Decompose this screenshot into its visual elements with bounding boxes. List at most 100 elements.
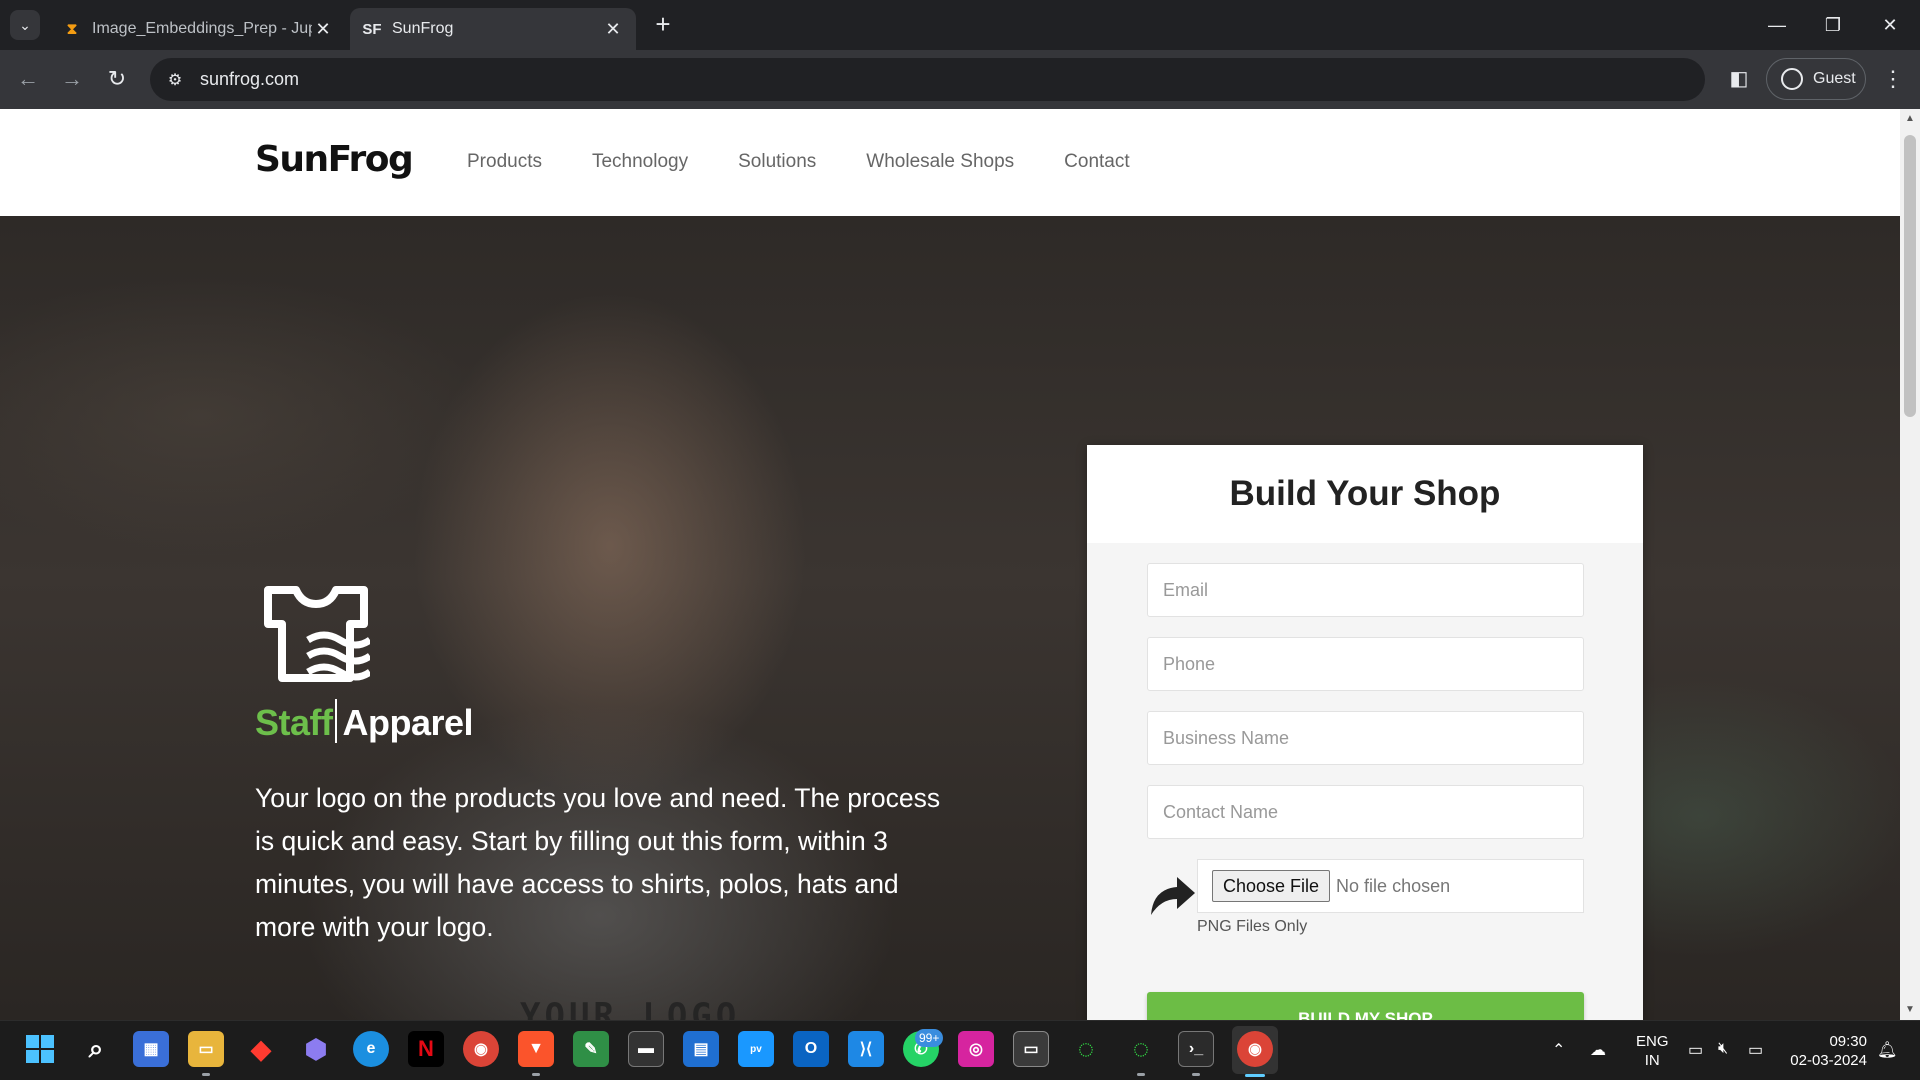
phone-field[interactable] bbox=[1147, 637, 1584, 691]
choose-file-button[interactable]: Choose File bbox=[1212, 870, 1331, 902]
sunfrog-favicon-icon: SF bbox=[362, 20, 382, 38]
chrome-icon[interactable]: ◉ bbox=[463, 1031, 499, 1067]
tab-sunfrog[interactable]: SF SunFrog ✕ bbox=[350, 8, 636, 50]
brand-apparel: Apparel bbox=[342, 702, 474, 743]
nav-wholesale-shops[interactable]: Wholesale Shops bbox=[866, 151, 1014, 173]
scroll-down-icon[interactable]: ▼ bbox=[1900, 1002, 1920, 1018]
email-field[interactable] bbox=[1147, 563, 1584, 617]
chrome-active-icon[interactable]: ◉ bbox=[1237, 1031, 1273, 1067]
file-explorer-icon[interactable]: ▭ bbox=[188, 1031, 224, 1067]
new-tab-button[interactable]: + bbox=[650, 11, 676, 38]
chevron-up-icon[interactable]: ⌃ bbox=[1552, 1040, 1565, 1060]
nav-technology[interactable]: Technology bbox=[592, 151, 688, 173]
brand-divider bbox=[334, 699, 337, 743]
windows-start-icon[interactable] bbox=[22, 1031, 58, 1067]
staff-apparel-brand: Staff Apparel bbox=[255, 699, 474, 744]
forward-icon[interactable]: → bbox=[57, 64, 87, 94]
back-icon[interactable]: ← bbox=[13, 64, 43, 94]
notification-badge: 99+ bbox=[915, 1029, 944, 1047]
instagram-icon[interactable]: ◎ bbox=[958, 1031, 994, 1067]
vscode-icon[interactable]: ⟩⟨ bbox=[848, 1031, 884, 1067]
profile-label: Guest bbox=[1813, 70, 1856, 87]
main-nav: Products Technology Solutions Wholesale … bbox=[467, 151, 1130, 173]
nav-products[interactable]: Products bbox=[467, 151, 542, 173]
file-note: PNG Files Only bbox=[1197, 918, 1308, 935]
page-scrollbar[interactable]: ▲ ▼ bbox=[1900, 109, 1920, 1020]
contact-name-field[interactable] bbox=[1147, 785, 1584, 839]
reload-icon[interactable]: ↻ bbox=[102, 64, 132, 94]
staff-apparel-shirt-icon bbox=[264, 586, 370, 682]
battery-icon[interactable]: ▭ bbox=[1748, 1040, 1763, 1060]
brand-staff: Staff bbox=[255, 702, 333, 743]
loader-app-icon-2[interactable]: ◌ bbox=[1123, 1031, 1159, 1067]
hero-description: Your logo on the products you love and n… bbox=[255, 783, 941, 942]
form-title: Build Your Shop bbox=[1229, 474, 1501, 513]
windows-taskbar: ⌕ ▦ ▭ ◆ ⬢ e N ◉ ▼ ✎ ▬ ▤ pv O ⟩⟨ ✆ ◎ ▭ ◌ … bbox=[0, 1020, 1920, 1080]
build-shop-form: Build Your Shop Choose File No file chos… bbox=[1087, 445, 1643, 1020]
clock-time: 09:30 bbox=[1829, 1033, 1867, 1050]
terminal-icon[interactable]: ▬ bbox=[628, 1031, 664, 1067]
window-close-button[interactable]: ✕ bbox=[1870, 10, 1910, 40]
edge-icon[interactable]: e bbox=[353, 1031, 389, 1067]
running-indicator bbox=[1192, 1073, 1200, 1076]
sunfrog-logo[interactable]: SunFrog bbox=[255, 139, 414, 180]
build-my-shop-button[interactable]: BUILD MY SHOP bbox=[1147, 992, 1584, 1020]
onedrive-icon[interactable]: ☁ bbox=[1590, 1040, 1606, 1060]
prime-video-icon[interactable]: pv bbox=[738, 1031, 774, 1067]
curved-arrow-icon bbox=[1151, 877, 1195, 915]
address-bar[interactable]: ⚙ sunfrog.com bbox=[150, 58, 1705, 101]
nav-contact[interactable]: Contact bbox=[1064, 151, 1129, 173]
hourglass-icon: ⧗ bbox=[66, 20, 78, 38]
calendar-icon[interactable]: ▤ bbox=[683, 1031, 719, 1067]
page-viewport: SunFrog Products Technology Solutions Wh… bbox=[0, 109, 1900, 1020]
running-indicator bbox=[1137, 1073, 1145, 1076]
search-icon[interactable]: ⌕ bbox=[78, 1031, 114, 1067]
language-indicator[interactable]: ENG IN bbox=[1636, 1032, 1669, 1070]
running-indicator bbox=[202, 1073, 210, 1076]
browser-tab-strip: ⌄ ⧗ Image_Embeddings_Prep - Jupyter ✕ SF… bbox=[0, 0, 1920, 50]
minimize-button[interactable]: — bbox=[1757, 10, 1797, 40]
scroll-thumb[interactable] bbox=[1904, 135, 1916, 417]
outlook-icon[interactable]: O bbox=[793, 1031, 829, 1067]
tab-search-button[interactable]: ⌄ bbox=[10, 10, 40, 40]
restore-button[interactable]: ❐ bbox=[1813, 10, 1853, 40]
site-header: SunFrog Products Technology Solutions Wh… bbox=[0, 109, 1900, 216]
window-app-icon[interactable]: ▭ bbox=[1013, 1031, 1049, 1067]
command-prompt-icon[interactable]: ›_ bbox=[1178, 1031, 1214, 1067]
notepad-icon[interactable]: ✎ bbox=[573, 1031, 609, 1067]
tab-title: SunFrog bbox=[392, 20, 454, 37]
network-icon[interactable]: ▭ bbox=[1688, 1040, 1703, 1060]
running-indicator bbox=[532, 1073, 540, 1076]
more-menu-icon[interactable]: ⋮ bbox=[1880, 64, 1906, 94]
side-panel-icon[interactable]: ◧ bbox=[1725, 65, 1753, 93]
close-icon[interactable]: ✕ bbox=[602, 18, 624, 40]
notification-bell-icon[interactable]: 🔔︎ bbox=[1877, 1040, 1897, 1060]
site-info-icon[interactable]: ⚙ bbox=[162, 67, 188, 93]
active-app-indicator bbox=[1245, 1074, 1265, 1077]
loader-app-icon[interactable]: ◌ bbox=[1068, 1031, 1104, 1067]
form-header: Build Your Shop bbox=[1087, 445, 1643, 543]
browser-toolbar: ← → ↻ ⚙ sunfrog.com ◧ Guest ⋮ bbox=[0, 50, 1920, 109]
netflix-icon[interactable]: N bbox=[408, 1031, 444, 1067]
shirt-print-text: YOUR LOGO bbox=[520, 996, 741, 1020]
anydesk-icon[interactable]: ◆ bbox=[243, 1031, 279, 1067]
tab-title: Image_Embeddings_Prep - Jupyter bbox=[92, 20, 312, 37]
profile-icon bbox=[1781, 68, 1803, 90]
close-icon[interactable]: ✕ bbox=[312, 18, 334, 40]
profile-button[interactable]: Guest bbox=[1766, 58, 1866, 100]
tab-jupyter[interactable]: ⧗ Image_Embeddings_Prep - Jupyter ✕ bbox=[50, 8, 346, 50]
file-status: No file chosen bbox=[1336, 875, 1451, 896]
copilot-icon[interactable]: ⬢ bbox=[298, 1031, 334, 1067]
region-code: IN bbox=[1644, 1052, 1660, 1069]
clock-date: 02-03-2024 bbox=[1790, 1052, 1867, 1069]
store-icon[interactable]: ▦ bbox=[133, 1031, 169, 1067]
business-name-field[interactable] bbox=[1147, 711, 1584, 765]
scroll-up-icon[interactable]: ▲ bbox=[1900, 111, 1920, 127]
brave-icon[interactable]: ▼ bbox=[518, 1031, 554, 1067]
logo-file-input[interactable]: Choose File No file chosen bbox=[1197, 859, 1584, 913]
nav-solutions[interactable]: Solutions bbox=[738, 151, 816, 173]
volume-muted-icon[interactable]: 🔇︎ bbox=[1718, 1040, 1728, 1058]
url-text[interactable]: sunfrog.com bbox=[200, 69, 299, 90]
system-clock[interactable]: 09:30 02-03-2024 bbox=[1787, 1032, 1867, 1070]
language-code: ENG bbox=[1636, 1033, 1669, 1050]
